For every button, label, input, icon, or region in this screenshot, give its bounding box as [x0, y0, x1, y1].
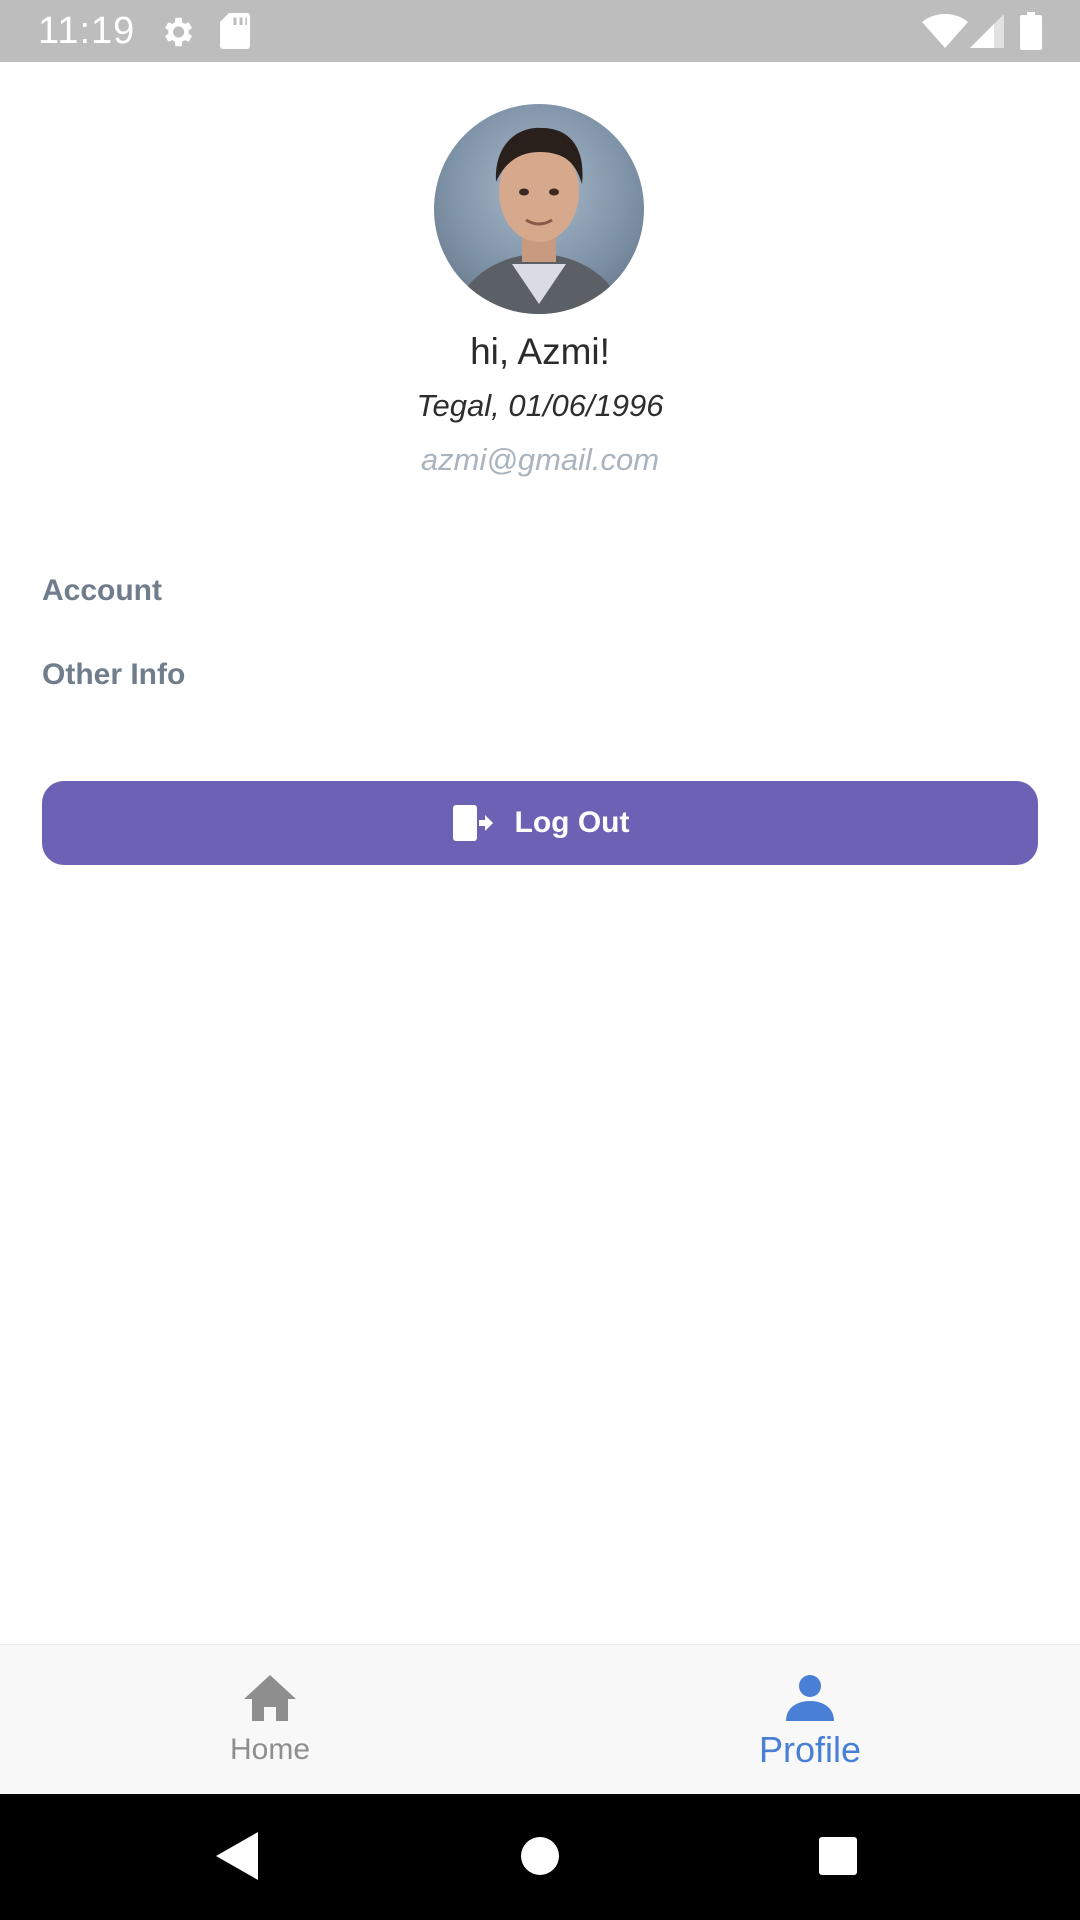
- nav-label-home: Home: [229, 1733, 311, 1766]
- person-icon: [786, 1675, 834, 1721]
- bottom-nav: Home Profile: [0, 1644, 1080, 1795]
- nav-item-home[interactable]: Home: [0, 1645, 540, 1795]
- signal-icon: [970, 14, 1004, 48]
- recents-icon[interactable]: [818, 1836, 858, 1876]
- menu-item-account[interactable]: Account: [42, 569, 162, 613]
- menu-item-other-info[interactable]: Other Info: [42, 653, 185, 697]
- system-nav-bar: [0, 1794, 1080, 1920]
- back-icon[interactable]: [216, 1832, 258, 1880]
- home-circle-icon[interactable]: [520, 1836, 560, 1876]
- home-icon: [244, 1675, 296, 1721]
- logout-icon: [452, 805, 493, 841]
- profile-avatar: [434, 104, 644, 314]
- wifi-icon: [922, 14, 968, 48]
- avatar-portrait: [454, 127, 624, 314]
- birth-info: Tegal, 01/06/1996: [416, 388, 664, 423]
- nav-item-profile[interactable]: Profile: [540, 1645, 1080, 1795]
- status-bar: 11:19: [0, 0, 1080, 62]
- gear-icon: [165, 17, 193, 47]
- logout-button[interactable]: Log Out: [42, 781, 1038, 865]
- status-time: 11:19: [38, 10, 136, 52]
- sd-card-icon: [220, 13, 250, 49]
- nav-label-profile: Profile: [758, 1729, 862, 1770]
- battery-icon: [1020, 12, 1042, 50]
- logout-label: Log Out: [514, 806, 630, 839]
- email-text: azmi@gmail.com: [420, 442, 660, 477]
- greeting-text: hi, Azmi!: [470, 331, 610, 372]
